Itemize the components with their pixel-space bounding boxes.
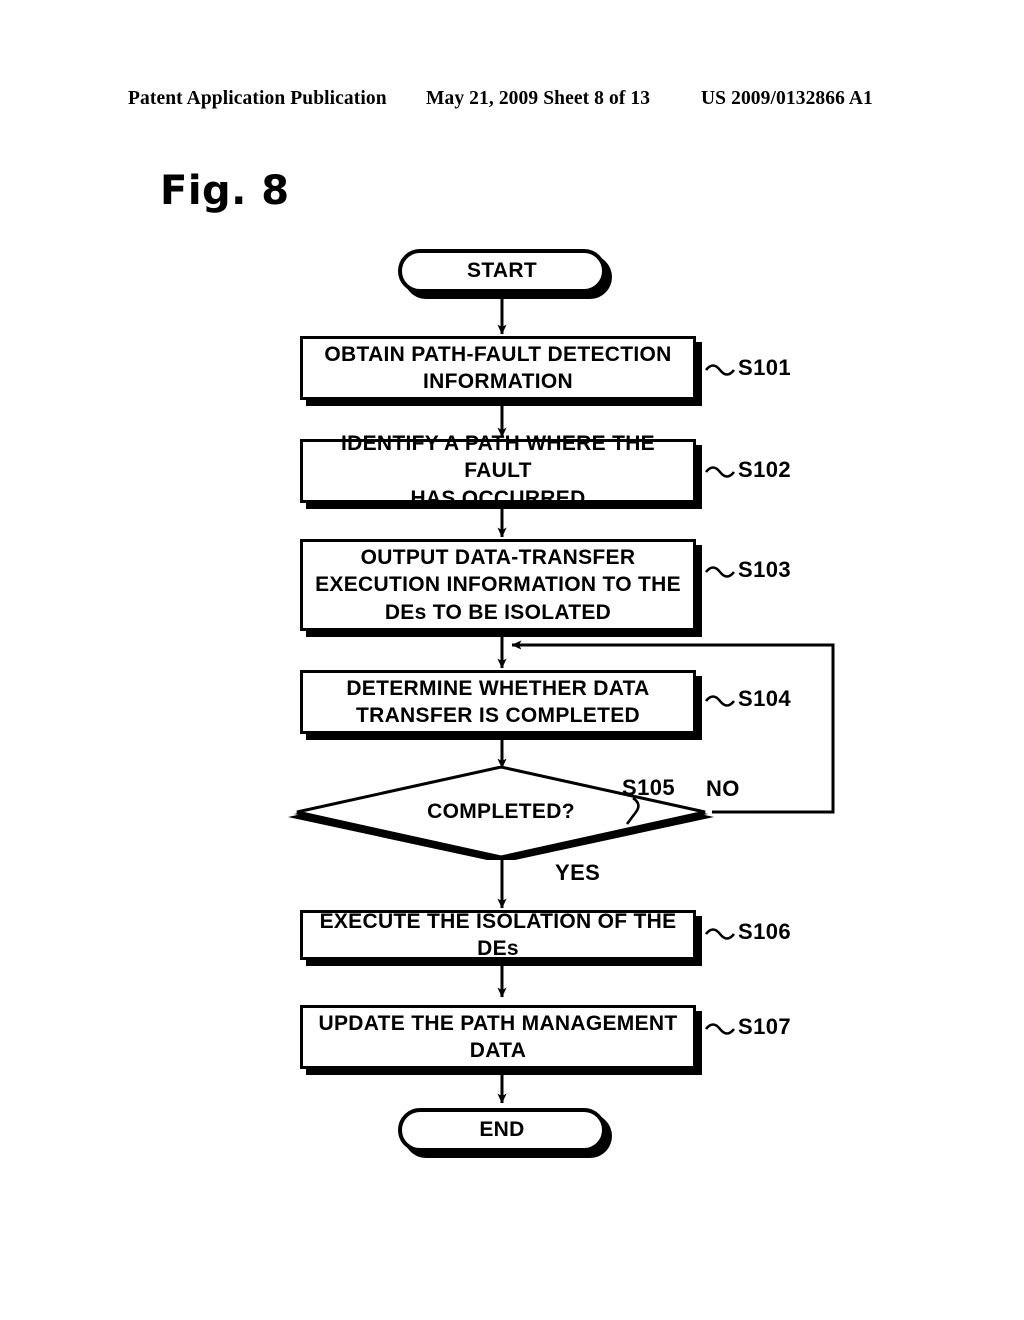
leader-s103	[704, 566, 736, 578]
leader-s102	[704, 466, 736, 478]
step-label-leaders	[625, 364, 736, 1035]
leader-s105	[625, 796, 640, 825]
leader-s106	[704, 928, 736, 940]
flowchart-figure-8: START OBTAIN PATH-FAULT DETECTION INFORM…	[0, 0, 1024, 1320]
leader-s107	[704, 1023, 736, 1035]
leader-s101	[704, 364, 736, 376]
leader-s104	[704, 695, 736, 707]
